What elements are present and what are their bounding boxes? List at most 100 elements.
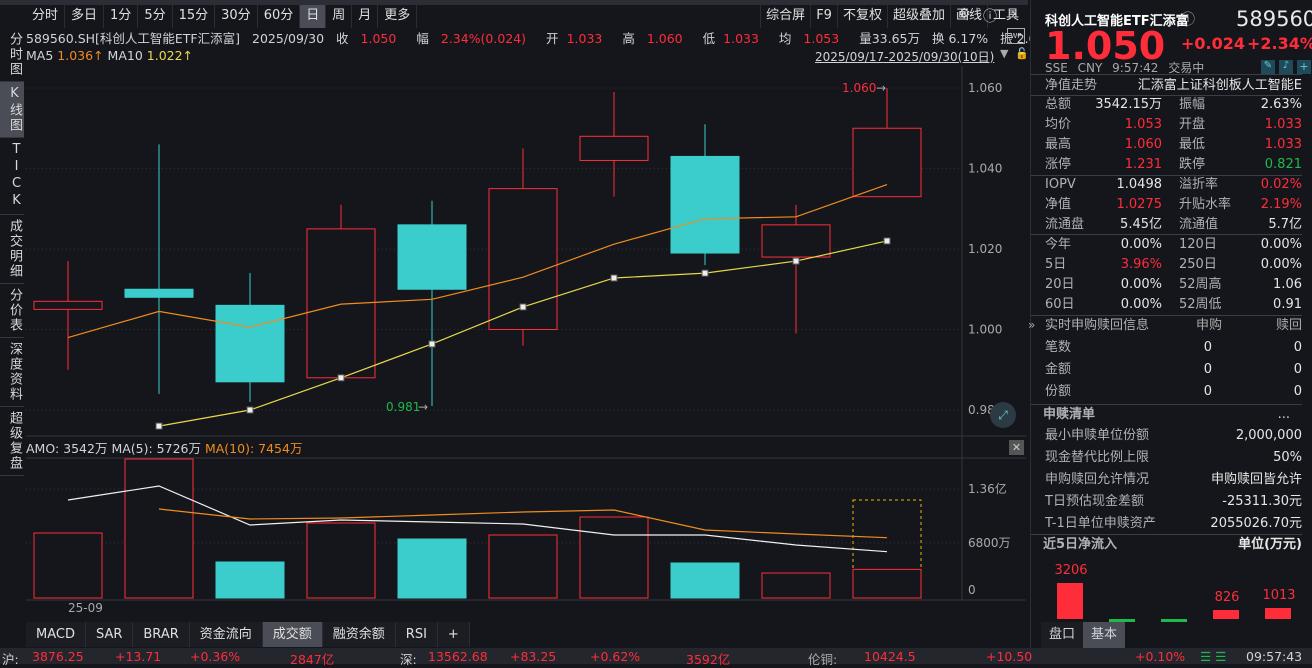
fund-code: 589560: [1236, 7, 1312, 31]
label: 跌停: [1179, 157, 1206, 172]
nav-trend-link[interactable]: 净值走势: [1045, 76, 1097, 96]
candle-body: [761, 224, 831, 258]
quote-panel: 科创人工智能ETF汇添富 ⓘ 589560 1.050 +0.024 +2.34…: [1030, 0, 1312, 648]
label: 振幅: [1179, 97, 1206, 112]
indicator-tab-2[interactable]: BRAR: [133, 622, 190, 647]
kline-chart[interactable]: 1.0601.0401.0201.0000.9801.060 →0.981→1.3…: [0, 0, 1028, 622]
volume-bar: [761, 572, 831, 599]
value: 0.00%: [1260, 237, 1302, 252]
quote-time: 9:57:42: [1112, 61, 1159, 75]
value: 0.02%: [1260, 177, 1302, 192]
indicator-tabs: MACD SAR BRAR 资金流向 成交额 融资余额 RSI +: [26, 622, 470, 647]
candle-body: [124, 288, 194, 298]
quote-row: 5日 3.96% 250日 0.00%: [1045, 255, 1302, 275]
indicator-tab-1[interactable]: SAR: [85, 622, 134, 647]
clock: 09:57:43: [1246, 649, 1303, 664]
value: 0.00%: [1260, 257, 1302, 272]
exchange: SSE: [1045, 61, 1068, 75]
zoom-arrows-icon[interactable]: ⤢: [990, 402, 1016, 428]
value: 3.96%: [1120, 257, 1162, 272]
label: 申购赎回允许情况: [1045, 472, 1150, 487]
value: 0: [1203, 362, 1212, 377]
label: 总额: [1045, 97, 1072, 112]
flow-unit: 单位(万元): [1238, 537, 1302, 552]
col-redeem: 赎回: [1275, 318, 1302, 333]
label: 最高: [1045, 137, 1072, 152]
indicator-tab-7[interactable]: +: [437, 622, 470, 647]
list-row: 申购赎回允许情况 申购赎回皆允许: [1045, 470, 1302, 490]
vol-ma10-value: MA(10): 7454万: [204, 441, 303, 456]
quote-row: 最高 1.060 最低 1.033: [1045, 135, 1302, 155]
label: 现金替代比例上限: [1045, 450, 1150, 465]
ma10-line-point: [701, 269, 709, 277]
menu-icon[interactable]: ☰ ☰: [1200, 649, 1226, 664]
label: 250日: [1179, 257, 1217, 272]
quote-row: 净值 1.0275 升贴水率 2.19%: [1045, 195, 1302, 215]
ma10-line-point: [610, 274, 618, 282]
ma10-line-point: [246, 406, 254, 414]
volume-bar: [397, 538, 467, 599]
quote-row: IOPV 1.0498 溢折率 0.02%: [1045, 175, 1302, 195]
copper-label: 伦铜:: [808, 652, 838, 667]
quote-row: 今年 0.00% 120日 0.00%: [1045, 235, 1302, 255]
quote-row: 总额 3542.15万 振幅 2.63%: [1045, 95, 1302, 115]
volume-bar: [33, 532, 103, 599]
flow-bar: [1213, 609, 1239, 619]
sh-change: +13.71: [115, 649, 162, 664]
y-tick-label: 1.060: [968, 81, 1002, 95]
vol-tick-label: 0: [968, 583, 976, 597]
info-icon[interactable]: ⓘ: [1181, 9, 1195, 29]
value: 2.19%: [1260, 197, 1302, 212]
panel-tab-1[interactable]: 基本: [1083, 622, 1126, 648]
bell-icon[interactable]: ♪: [1279, 60, 1293, 74]
value: 申购赎回皆允许: [1210, 472, 1302, 487]
low-annotation: 0.981: [386, 400, 420, 414]
value: 0.91: [1273, 297, 1302, 312]
status-bar: 沪: 3876.25 +13.71 +0.36% 2847亿 深: 13562.…: [0, 648, 1312, 667]
low-arrow: →: [418, 400, 428, 414]
indicator-tab-0[interactable]: MACD: [26, 622, 86, 647]
close-icon[interactable]: ✕: [1009, 440, 1024, 455]
subscription-header: 实时申购赎回信息 申购 赎回: [1045, 316, 1302, 336]
sh-index: 3876.25: [32, 649, 84, 664]
value: 0: [1293, 340, 1302, 355]
amo-value: AMO: 3542万: [26, 441, 108, 456]
volume-bar: [124, 458, 194, 599]
high-annotation: 1.060: [842, 81, 876, 95]
value: 0: [1293, 362, 1302, 377]
value: 1.033: [1264, 117, 1302, 132]
indicator-tab-6[interactable]: RSI: [395, 622, 438, 647]
high-arrow: →: [876, 81, 886, 95]
indicator-tab-4[interactable]: 成交额: [262, 622, 323, 647]
panel-tab-0[interactable]: 盘口: [1041, 622, 1084, 648]
ma5-line: [67, 184, 888, 339]
add-icon[interactable]: +: [1297, 60, 1311, 74]
candle-body: [579, 135, 649, 161]
copper-price: 10424.5: [864, 649, 916, 664]
flow-label: 826: [1214, 589, 1240, 605]
value: 2.63%: [1260, 97, 1302, 112]
indicator-tab-3[interactable]: 资金流向: [189, 622, 263, 647]
label: 开盘: [1179, 117, 1206, 132]
indicator-tab-5[interactable]: 融资余额: [322, 622, 396, 647]
sz-change: +83.25: [510, 649, 557, 664]
sh-amount: 2847亿: [290, 652, 335, 667]
subscription-title: 实时申购赎回信息: [1045, 318, 1150, 333]
value: 1.231: [1124, 157, 1162, 172]
col-subscribe: 申购: [1195, 318, 1222, 333]
volume-bar: [215, 561, 285, 599]
quote-row: 20日 0.00% 52周高 1.06: [1045, 275, 1302, 295]
value: 1.0498: [1116, 177, 1163, 192]
label: 溢折率: [1179, 177, 1219, 192]
label: 净值: [1045, 197, 1072, 212]
sz-label: 深:: [400, 652, 417, 667]
volume-legend: AMO: 3542万 MA(5): 5726万 MA(10): 7454万: [26, 438, 302, 457]
edit-icon[interactable]: ✎: [1261, 60, 1275, 74]
flow-header: 近5日净流入 单位(万元): [1043, 535, 1302, 555]
quote-row: 流通盘 5.45亿 流通值 5.7亿: [1045, 215, 1302, 235]
sh-percent: +0.36%: [190, 649, 241, 664]
collapse-panel-icon[interactable]: »: [1028, 318, 1035, 332]
more-button[interactable]: ...: [1278, 405, 1290, 425]
label: 5日: [1045, 257, 1067, 272]
ma10-line-point: [337, 374, 345, 382]
